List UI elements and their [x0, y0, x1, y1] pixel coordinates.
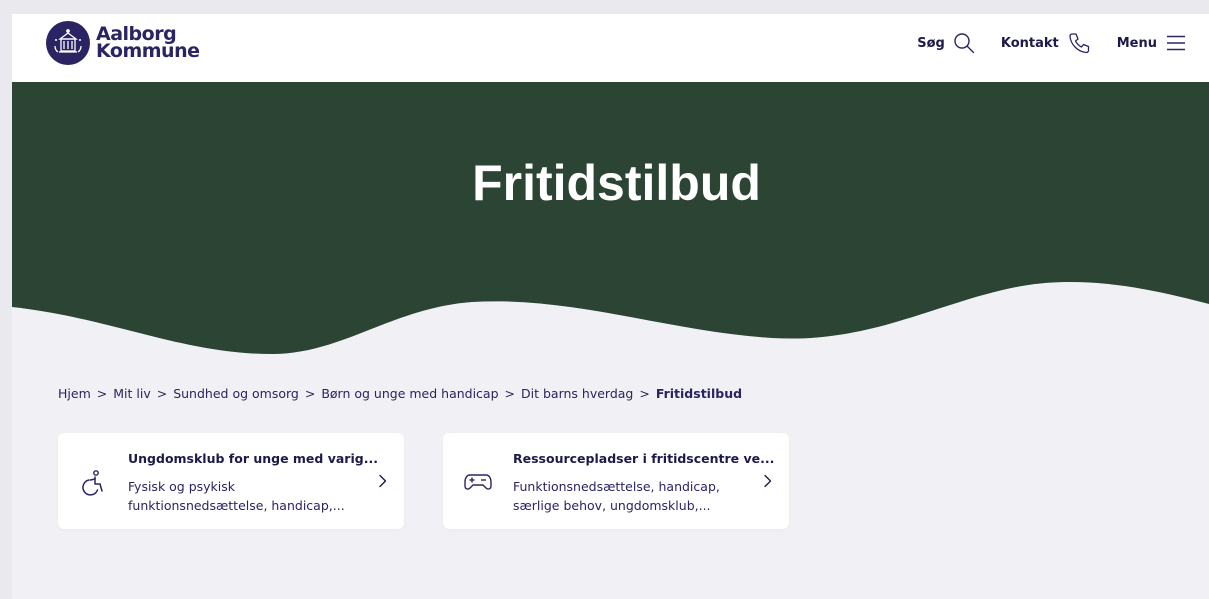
search-icon — [953, 32, 975, 54]
hero-banner: Fritidstilbud — [12, 82, 1209, 362]
breadcrumb-sundhed-og-omsorg[interactable]: Sundhed og omsorg — [173, 386, 299, 401]
breadcrumb-boern-og-unge[interactable]: Børn og unge med handicap — [321, 386, 498, 401]
hamburger-menu-icon — [1165, 34, 1187, 52]
breadcrumb: Hjem > Mit liv > Sundhed og omsorg > Bør… — [58, 386, 742, 401]
card-desc-line: Fysisk og psykisk — [128, 479, 236, 494]
chevron-right-icon — [378, 474, 388, 493]
card-title: Ressourcepladser i fritidscentre ve... — [513, 451, 775, 466]
card-desc-line: Funktionsnedsættelse, handicap, — [513, 479, 720, 494]
breadcrumb-separator: > — [156, 386, 168, 401]
page-title: Fritidstilbud — [472, 155, 761, 211]
menu-label: Menu — [1116, 35, 1157, 51]
search-label: Søg — [917, 35, 945, 51]
breadcrumb-separator: > — [639, 386, 650, 401]
breadcrumb-separator: > — [304, 386, 316, 401]
logo-link[interactable]: Aalborg Kommune — [46, 21, 200, 65]
search-button[interactable]: Søg — [917, 32, 975, 54]
wheelchair-icon — [78, 469, 106, 502]
card-description: Funktionsnedsættelse, handicap, særlige … — [513, 477, 743, 515]
site-header: Aalborg Kommune Søg Kontakt Menu — [12, 14, 1209, 82]
breadcrumb-mit-liv[interactable]: Mit liv — [113, 386, 150, 401]
card-list: Ungdomsklub for unge med varig... Fysisk… — [58, 433, 828, 529]
card-desc-line: funktionsnedsættelse, handicap,... — [128, 498, 345, 513]
phone-icon — [1067, 31, 1091, 55]
breadcrumb-current: Fritidstilbud — [655, 386, 743, 401]
card-ungdomsklub[interactable]: Ungdomsklub for unge med varig... Fysisk… — [58, 433, 404, 529]
hero-wave-background — [12, 82, 1209, 354]
city-crest-icon — [46, 21, 90, 65]
logo-line2: Kommune — [96, 40, 200, 62]
card-description: Fysisk og psykisk funktionsnedsættelse, … — [128, 477, 358, 515]
card-title: Ungdomsklub for unge med varig... — [128, 451, 378, 466]
game-controller-icon — [463, 469, 493, 498]
breadcrumb-hjem[interactable]: Hjem — [58, 386, 91, 401]
logo-wordmark: Aalborg Kommune — [96, 25, 200, 62]
breadcrumb-separator: > — [96, 386, 108, 401]
contact-button[interactable]: Kontakt — [1001, 31, 1091, 55]
header-nav: Søg Kontakt Menu — [891, 31, 1187, 55]
contact-label: Kontakt — [1000, 35, 1059, 51]
card-ressourcepladser[interactable]: Ressourcepladser i fritidscentre ve... F… — [443, 433, 789, 529]
chevron-right-icon — [763, 474, 773, 493]
menu-button[interactable]: Menu — [1117, 34, 1187, 52]
breadcrumb-dit-barns-hverdag[interactable]: Dit barns hverdag — [521, 386, 633, 401]
card-desc-line: særlige behov, ungdomsklub,... — [513, 498, 711, 513]
breadcrumb-separator: > — [504, 386, 516, 401]
page: Aalborg Kommune Søg Kontakt Menu Fritids… — [12, 14, 1209, 599]
